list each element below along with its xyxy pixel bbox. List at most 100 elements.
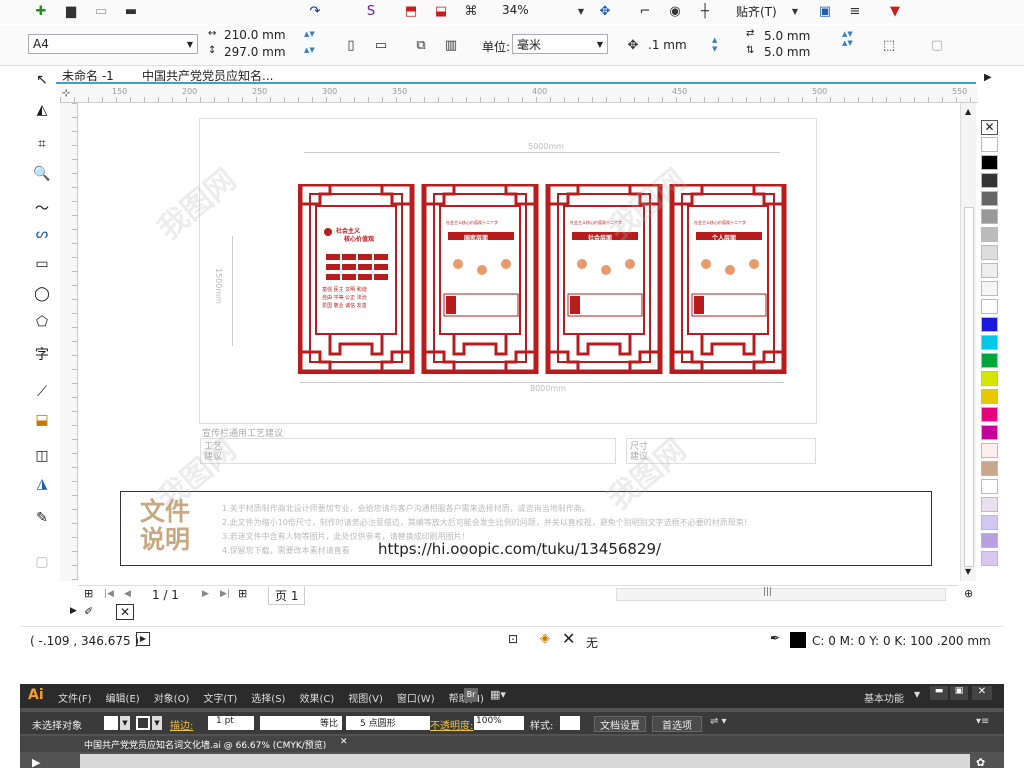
color-swatch[interactable] — [981, 497, 998, 512]
opacity-label[interactable]: 不透明度: — [430, 717, 473, 732]
color-swatch[interactable] — [981, 299, 998, 314]
duplicate-y-field[interactable]: 5.0 mm — [764, 45, 810, 59]
tab-untitled[interactable]: 未命名 -1 — [62, 67, 114, 84]
application-launcher-icon[interactable]: ▼ — [886, 2, 904, 20]
shadow-tool-icon[interactable]: ◫ — [32, 446, 52, 466]
rulers-icon[interactable]: ⌐ — [636, 2, 654, 20]
pick-tool-icon[interactable]: ↖ — [32, 70, 52, 90]
save-icon[interactable]: ▭ — [92, 2, 110, 20]
opacity-field[interactable]: 100% — [474, 716, 524, 730]
source-url[interactable]: https://hi.ooopic.com/tuku/13456829/ — [378, 540, 661, 558]
first-page-icon[interactable]: |◀ — [104, 589, 114, 599]
workspace-switcher[interactable]: 基本功能 — [864, 690, 904, 705]
options-icon[interactable]: ≡ — [846, 2, 864, 20]
color-swatch[interactable] — [981, 371, 998, 386]
nudge-spinner[interactable]: ▲ ▼ — [712, 36, 717, 54]
all-pages-icon[interactable]: ⧉ — [412, 36, 430, 54]
page-options-icon[interactable]: ▢ — [928, 36, 946, 54]
treat-as-filled-icon[interactable]: ⬚ — [880, 36, 898, 54]
stroke-dropdown-icon[interactable]: ▼ — [152, 716, 162, 730]
ai-menu-item[interactable]: 视图(V) — [348, 694, 383, 705]
ai-menu-item[interactable]: 选择(S) — [251, 694, 285, 705]
color-swatch[interactable] — [981, 389, 998, 404]
ai-panel-icon[interactable]: ✿ — [976, 756, 985, 769]
zoom-level[interactable]: 34% — [502, 3, 529, 17]
duplicate-x-field[interactable]: 5.0 mm — [764, 29, 810, 43]
maximize-icon[interactable]: ▣ — [950, 686, 968, 700]
next-page-icon[interactable]: ▶ — [202, 589, 209, 599]
panel-menu-icon[interactable]: ▾≡ — [976, 716, 989, 727]
ai-menu-item[interactable]: 编辑(E) — [106, 694, 140, 705]
welcome-icon[interactable]: ▣ — [816, 2, 834, 20]
publish-icon[interactable]: ⌘ — [462, 2, 480, 20]
prev-page-icon[interactable]: ◀ — [124, 589, 131, 599]
export-icon[interactable]: ⬒ — [402, 2, 420, 20]
artistic-media-icon[interactable]: ᔕ — [32, 224, 52, 244]
ellipse-tool-icon[interactable]: ◯ — [32, 284, 52, 304]
color-swatch[interactable] — [981, 335, 998, 350]
portrait-icon[interactable]: ▯ — [342, 36, 360, 54]
arrange-docs-icon[interactable]: ▦▾ — [490, 688, 506, 701]
color-eyedropper-icon[interactable]: ✐ — [84, 605, 93, 618]
tab-document[interactable]: 中国共产党党员应知名... — [142, 67, 273, 84]
no-color-icon[interactable]: ✕ — [981, 120, 998, 135]
ai-canvas[interactable] — [80, 754, 970, 768]
status-expand-icon[interactable]: ▶ — [136, 632, 150, 646]
print-icon[interactable]: ▬ — [122, 2, 140, 20]
snap-dropdown-icon[interactable]: ▼ — [786, 2, 804, 20]
ai-doc-tab[interactable]: 中国共产党党员应知名词文化墙.ai @ 66.67% (CMYK/预览) — [84, 738, 326, 751]
palette-expand-icon[interactable]: ▶ — [70, 606, 77, 616]
redo-icon[interactable]: ↷ — [306, 2, 324, 20]
page-size-select[interactable]: A4 ▼ — [28, 34, 198, 54]
scrollbar-thumb[interactable] — [964, 207, 974, 567]
control-options-icon[interactable]: ⇌ ▾ — [710, 716, 727, 727]
color-swatch[interactable] — [981, 443, 998, 458]
scroll-down-icon[interactable]: ▼ — [965, 567, 971, 576]
snap-to-menu[interactable]: 贴齐(T) — [736, 3, 777, 20]
landscape-icon[interactable]: ▭ — [372, 36, 390, 54]
color-swatch[interactable] — [981, 551, 998, 566]
full-screen-icon[interactable]: ✥ — [596, 2, 614, 20]
color-swatch[interactable] — [981, 227, 998, 242]
scroll-up-icon[interactable]: ▲ — [965, 107, 971, 116]
fill-dropdown-icon[interactable]: ▼ — [120, 716, 130, 730]
transparency-tool-icon[interactable]: ◮ — [32, 474, 52, 494]
color-swatch[interactable] — [981, 245, 998, 260]
tabs-scroll-right-icon[interactable]: ▶ — [984, 72, 992, 83]
ai-doc-close-icon[interactable]: ✕ — [340, 737, 348, 747]
shape-tool-icon[interactable]: ◭ — [32, 100, 52, 120]
units-select[interactable]: 毫米 ▼ — [512, 34, 608, 54]
workspace-dropdown-icon[interactable]: ▼ — [914, 690, 920, 699]
page-width-field[interactable]: 210.0 mm — [224, 28, 286, 42]
color-swatch[interactable] — [981, 533, 998, 548]
horizontal-scrollbar[interactable]: ||| — [616, 587, 946, 601]
ai-menu-item[interactable]: 文件(F) — [58, 694, 92, 705]
crop-tool-icon[interactable]: ⌗ — [32, 134, 52, 154]
document-info-icon[interactable]: ⊡ — [508, 632, 518, 646]
color-swatch[interactable] — [981, 353, 998, 368]
ai-menu-item[interactable]: 文字(T) — [203, 694, 237, 705]
color-swatch[interactable] — [981, 281, 998, 296]
color-swatch[interactable] — [981, 515, 998, 530]
ai-menu-item[interactable]: 窗口(W) — [397, 694, 435, 705]
close-icon[interactable]: ✕ — [972, 686, 992, 700]
style-swatch[interactable] — [560, 716, 580, 730]
color-swatch[interactable] — [981, 407, 998, 422]
ai-selection-tool-icon[interactable]: ▶ — [32, 756, 40, 769]
stroke-swatch[interactable] — [136, 716, 150, 730]
page-tab[interactable]: 页 1 — [268, 587, 306, 605]
rectangle-tool-icon[interactable]: ▭ — [32, 254, 52, 274]
preferences-button[interactable]: 首选项 — [652, 716, 702, 732]
color-swatch[interactable] — [981, 173, 998, 188]
zoom-tool-icon[interactable]: 🔍 — [32, 164, 52, 184]
add-page-icon[interactable]: ⊞ — [84, 587, 93, 600]
no-color-swatch-icon[interactable]: ✕ — [116, 604, 134, 620]
ruler-origin-icon[interactable]: ⊹ — [62, 88, 70, 99]
eyedropper-tool-icon[interactable]: ✎ — [32, 508, 52, 528]
doc-settings-button[interactable]: 文档设置 — [594, 716, 646, 732]
open-folder-icon[interactable]: ▆ — [62, 2, 80, 20]
color-swatch[interactable] — [981, 479, 998, 494]
freehand-tool-icon[interactable]: 〜 — [32, 198, 52, 218]
height-spinner[interactable]: ▲▼ — [304, 46, 315, 54]
nudge-field[interactable]: .1 mm — [648, 38, 687, 52]
